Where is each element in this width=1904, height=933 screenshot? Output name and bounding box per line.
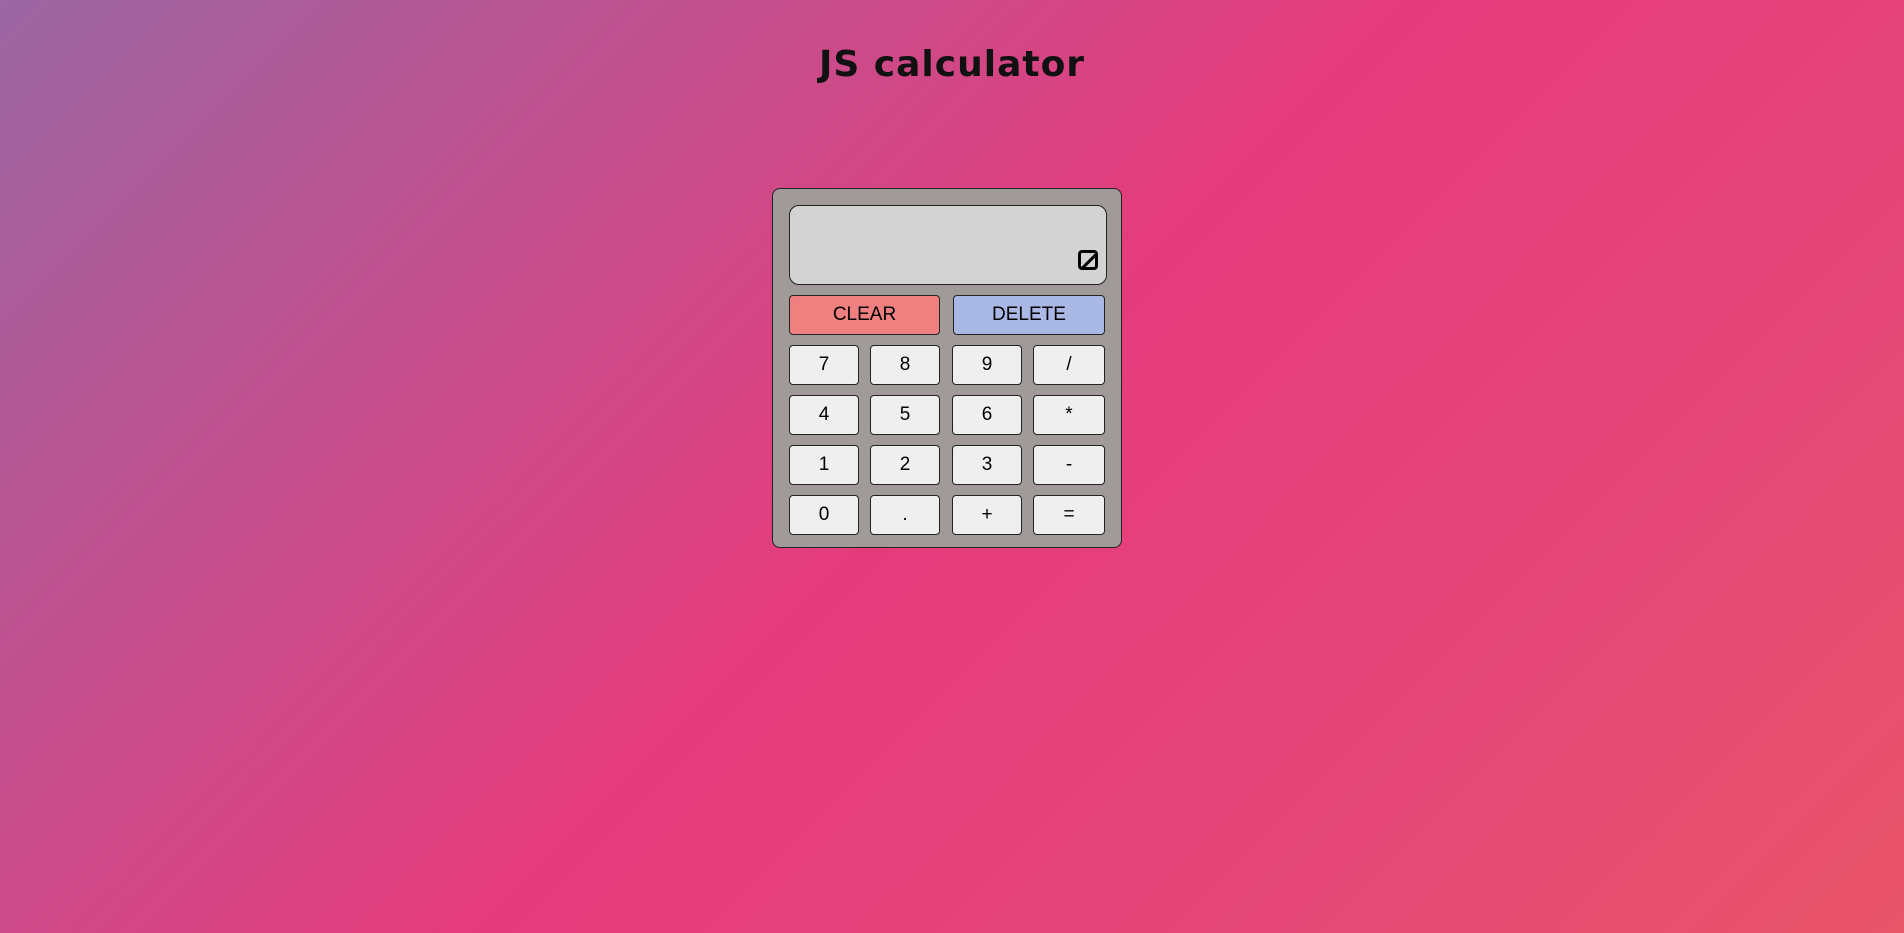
key-2[interactable]: 2	[870, 445, 940, 485]
calculator: CLEAR DELETE 7 8 9 / 4 5 6 * 1 2 3 - 0 .…	[772, 188, 1122, 548]
calculator-display	[789, 205, 1107, 285]
key-7[interactable]: 7	[789, 345, 859, 385]
clear-button[interactable]: CLEAR	[789, 295, 940, 335]
key-3[interactable]: 3	[952, 445, 1022, 485]
key-9[interactable]: 9	[952, 345, 1022, 385]
key-8[interactable]: 8	[870, 345, 940, 385]
key-4[interactable]: 4	[789, 395, 859, 435]
resize-handle-icon[interactable]	[1078, 250, 1098, 270]
key-multiply[interactable]: *	[1033, 395, 1105, 435]
key-0[interactable]: 0	[789, 495, 859, 535]
page-title: JS calculator	[818, 44, 1086, 85]
key-divide[interactable]: /	[1033, 345, 1105, 385]
key-add[interactable]: +	[952, 495, 1022, 535]
key-decimal[interactable]: .	[870, 495, 940, 535]
key-1[interactable]: 1	[789, 445, 859, 485]
delete-button[interactable]: DELETE	[953, 295, 1105, 335]
key-equals[interactable]: =	[1033, 495, 1105, 535]
key-6[interactable]: 6	[952, 395, 1022, 435]
key-5[interactable]: 5	[870, 395, 940, 435]
key-subtract[interactable]: -	[1033, 445, 1105, 485]
